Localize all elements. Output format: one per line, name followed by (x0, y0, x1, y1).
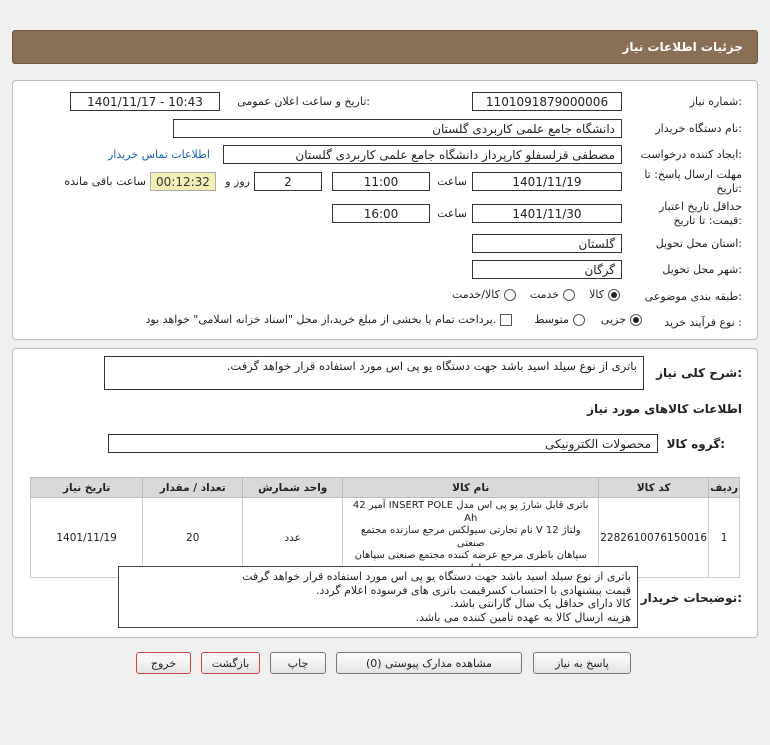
category-option-service-label: خدمت (529, 288, 560, 301)
validity-label: حداقل تاریخ اعتبار قیمت: تا تاریخ: (640, 200, 742, 228)
deadline-time-field: 11:00 (332, 172, 430, 191)
buyer-notes-field: باتری از نوع سیلد اسید باشد جهت دستگاه ی… (118, 566, 638, 628)
treasury-option-label: پرداخت تمام یا بخشی از مبلغ خرید،از محل … (145, 313, 497, 326)
print-button[interactable]: چاپ (270, 652, 326, 674)
days-label: روز و (225, 175, 250, 188)
remaining-timer: 00:12:32 (150, 172, 216, 191)
remaining-label: ساعت باقی مانده (64, 175, 146, 188)
radio-selected-icon[interactable] (608, 288, 620, 301)
validity-label-text: حداقل تاریخ اعتبار قیمت: تا تاریخ: (658, 200, 742, 227)
goods-group-field: محصولات الکترونیکی (108, 434, 658, 453)
process-option-minor[interactable]: جزیی (601, 313, 642, 326)
checkbox-icon[interactable] (500, 313, 513, 326)
col-date: تاریخ نیاز (29, 477, 144, 498)
category-option-both-label: کالا/خدمت (452, 288, 500, 301)
col-qty: تعداد / مقدار (142, 477, 244, 498)
reply-button[interactable]: پاسخ به نیاز (533, 652, 631, 674)
process-label: نوع فرآیند خرید : (664, 316, 742, 329)
creator-field: مصطفی قزلسفلو کارپرداز دانشگاه جامع علمی… (223, 145, 622, 164)
process-option-medium[interactable]: متوسط (534, 313, 585, 326)
city-label: شهر محل تحویل: (662, 263, 742, 276)
process-options: جزیی متوسط پرداخت تمام یا بخشی از مبلغ خ… (80, 313, 642, 326)
row-name-line: سپاهان باطری مرجع عرضه کننده مجتمع صنعتی… (354, 550, 587, 561)
category-option-goods[interactable]: کالا (589, 288, 620, 301)
category-option-goods-label: کالا (589, 288, 604, 301)
category-label: طبقه بندی موضوعی: (644, 290, 742, 303)
summary-label: شرح کلی نیاز: (656, 366, 742, 380)
province-label: استان محل تحویل: (655, 237, 742, 250)
summary-field: باتری از نوع سیلد اسید باشد جهت دستگاه ی… (104, 356, 644, 390)
col-name: نام کالا (342, 477, 600, 498)
buyer-org-label: نام دستگاه خریدار: (655, 122, 742, 135)
deadline-date-field: 1401/11/19 (472, 172, 622, 191)
deadline-label: مهلت ارسال پاسخ: تا تاریخ: (640, 168, 742, 196)
announce-label: تاریخ و ساعت اعلان عمومی: (237, 95, 370, 108)
buyer-contact-link[interactable]: اطلاعات تماس خریدار (108, 148, 210, 161)
category-options: کالا خدمت کالا/خدمت (420, 288, 620, 301)
col-index: ردیف (708, 477, 740, 498)
validity-date-field: 1401/11/30 (472, 204, 622, 223)
deadline-time-label: ساعت (437, 175, 467, 188)
page-title: جزئیات اطلاعات نیاز (622, 40, 743, 54)
row-name-line: باتری قابل شارژ یو پی اس مدل INSERT POLE… (352, 500, 589, 524)
row-name-line: ولتاژ 12 V نام تجارتی سیولکس مرجع سازنده… (360, 525, 581, 549)
treasury-option[interactable]: پرداخت تمام یا بخشی از مبلغ خرید،از محل … (146, 313, 513, 326)
city-field: گرگان (472, 260, 622, 279)
deadline-label-text: مهلت ارسال پاسخ: تا تاریخ: (644, 168, 742, 195)
radio-empty-icon[interactable] (563, 288, 576, 301)
summary-text: باتری از نوع سیلد اسید باشد جهت دستگاه ی… (226, 359, 637, 373)
goods-table-header: ردیف کد کالا نام کالا واحد شمارش تعداد /… (29, 477, 740, 498)
announce-field: 1401/11/17 - 10:43 (70, 92, 220, 111)
buyer-notes-line: باتری از نوع سیلد اسید باشد جهت دستگاه ی… (242, 570, 631, 583)
category-option-service[interactable]: خدمت (529, 288, 576, 301)
buyer-notes-line: هزینه ارسال کالا به عهده تامین کننده می … (415, 610, 631, 624)
radio-empty-icon[interactable] (572, 313, 585, 326)
process-option-minor-label: جزیی (600, 313, 626, 326)
col-code: کد کالا (598, 477, 710, 498)
goods-section-title: اطلاعات کالاهای مورد نیاز (587, 402, 742, 416)
back-button[interactable]: بازگشت (201, 652, 260, 674)
radio-selected-icon[interactable] (630, 313, 642, 326)
creator-label: ایجاد کننده درخواست: (640, 148, 742, 161)
page-header: جزئیات اطلاعات نیاز (12, 30, 758, 64)
radio-empty-icon[interactable] (503, 288, 516, 301)
buyer-notes-line: کالا دارای حداقل یک سال گارانتی باشد. (450, 597, 631, 610)
col-unit: واحد شمارش (242, 477, 344, 498)
days-field: 2 (254, 172, 322, 191)
buyer-notes-line: قیمت پیشنهادی با احتساب کسرقیمت باتری ها… (315, 583, 631, 597)
need-number-field: 1101091879000006 (472, 92, 622, 111)
buyer-notes-label: توضیحات خریدار: (640, 591, 742, 605)
row-index: 1 (708, 497, 740, 578)
validity-time-field: 16:00 (332, 204, 430, 223)
goods-table: ردیف کد کالا نام کالا واحد شمارش تعداد /… (29, 477, 740, 578)
attachments-button[interactable]: مشاهده مدارک پیوستی (0) (336, 652, 522, 674)
need-number-label: شماره نیاز: (689, 95, 742, 108)
validity-time-label: ساعت (437, 207, 467, 220)
province-field: گلستان (472, 234, 622, 253)
category-option-both[interactable]: کالا/خدمت (452, 288, 516, 301)
exit-button[interactable]: خروج (136, 652, 191, 674)
buyer-org-field: دانشگاه جامع علمی کاربردی گلستان (173, 119, 622, 138)
process-option-medium-label: متوسط (534, 313, 569, 326)
